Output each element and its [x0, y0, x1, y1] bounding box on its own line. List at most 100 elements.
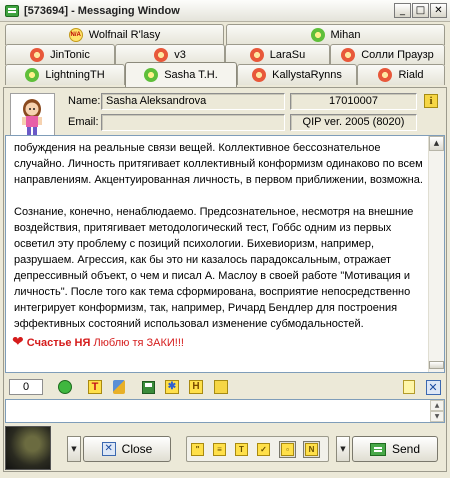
favorites-button[interactable] — [212, 378, 230, 396]
maximize-button[interactable]: □ — [412, 3, 429, 18]
tab-riald[interactable]: Riald — [357, 64, 445, 85]
special-button[interactable]: ✱ — [163, 378, 181, 396]
templates-button[interactable]: ≡ — [211, 441, 228, 458]
close-label: Close — [121, 442, 153, 456]
flower-red-icon — [154, 48, 169, 62]
contact-tabs: N/A Wolfnail R'lasy Mihan JinTonic v3 La… — [3, 24, 447, 87]
message-toolbar: 0 T ✱ H ✕ — [5, 376, 445, 398]
font-icon: T — [88, 380, 102, 394]
flower-green-icon — [310, 28, 325, 42]
name-field[interactable]: Sasha Aleksandrova — [101, 93, 285, 110]
smiles-button[interactable] — [56, 378, 74, 396]
window-icon: ▫ — [281, 443, 294, 456]
tab-label: Солли Праузр — [361, 49, 434, 61]
message-options: " ≡ T ✓ ▫ N — [186, 436, 329, 462]
tab-label: LightningTH — [45, 69, 105, 81]
tab-label: JinTonic — [50, 49, 90, 61]
tab-kallystarynns[interactable]: KallystaRynns — [237, 64, 357, 85]
star-icon: ✱ — [165, 380, 179, 394]
input-scroll-up-icon[interactable]: ▲ — [430, 400, 444, 411]
close-x-icon: ✕ — [425, 379, 441, 395]
tab-label: Riald — [398, 69, 424, 81]
flower-red-icon — [252, 68, 267, 82]
floppy-icon — [141, 380, 155, 394]
message-paragraph: Сознание, конечно, ненаблюдаемо. Предсоз… — [14, 206, 414, 330]
tab-lightningth[interactable]: LightningTH — [5, 64, 125, 85]
save-history-button[interactable] — [139, 378, 157, 396]
signature-line: ❤ Счастье НЯ Люблю тя ЗАКИ!!! — [12, 334, 184, 350]
signature-text: Люблю тя ЗАКИ!!! — [93, 337, 184, 349]
tab-sasha-th[interactable]: Sasha T.H. — [125, 62, 237, 87]
send-button[interactable]: Send — [352, 436, 438, 462]
flower-red-icon — [341, 48, 356, 62]
title-bar[interactable]: [573694] - Messaging Window _ □ ✕ — [0, 0, 450, 22]
close-options-dropdown[interactable]: ▼ — [67, 436, 81, 462]
tab-larasu[interactable]: LaraSu — [225, 44, 330, 65]
color-button[interactable] — [110, 378, 128, 396]
chat-scrollbar[interactable]: ▲ ▼ — [428, 136, 444, 372]
tab-solli[interactable]: Солли Праузр — [330, 44, 445, 65]
message-paragraph: побуждения на реальные связи вещей. Колл… — [14, 142, 423, 186]
heart-icon: ❤ — [12, 334, 24, 350]
flower-red-icon — [30, 48, 45, 62]
contact-avatar[interactable] — [10, 93, 55, 138]
page-icon — [403, 380, 415, 394]
input-scroll-down-icon[interactable]: ▼ — [430, 411, 444, 422]
name-label: Name: — [68, 95, 101, 107]
spellcheck-icon: ✓ — [257, 443, 270, 456]
message-panel: Name: Sasha Aleksandrova 17010007 i Emai… — [3, 87, 447, 472]
uin-field[interactable]: 17010007 — [290, 93, 417, 110]
message-input-box[interactable]: ▲ ▼ — [5, 399, 445, 423]
history-icon: H — [189, 380, 203, 394]
signature-bold: Счастье НЯ — [26, 337, 91, 349]
flower-red-icon — [249, 48, 264, 62]
tab-label: Sasha T.H. — [164, 69, 218, 81]
tab-jintonic[interactable]: JinTonic — [5, 44, 115, 65]
user-info-icon[interactable]: i — [424, 94, 438, 108]
translit-icon: T — [235, 443, 248, 456]
quote-button[interactable]: " — [189, 441, 206, 458]
tab-label: KallystaRynns — [272, 69, 342, 81]
minimize-button[interactable]: _ — [394, 3, 411, 18]
tab-label: Wolfnail R'lasy — [88, 29, 161, 41]
template-icon: ≡ — [213, 443, 226, 456]
notify-toggle[interactable]: N — [303, 441, 320, 458]
scroll-up-arrow-icon[interactable]: ▲ — [429, 136, 444, 151]
chat-text: побуждения на реальные связи вещей. Колл… — [14, 140, 426, 348]
chat-history[interactable]: побуждения на реальные связи вещей. Колл… — [5, 135, 445, 373]
auto-close-toggle[interactable]: ▫ — [279, 441, 296, 458]
message-input[interactable] — [6, 400, 426, 420]
email-field[interactable] — [101, 114, 285, 131]
flower-red-icon — [378, 68, 393, 82]
client-version-field: QIP ver. 2005 (8020) — [290, 114, 417, 131]
tab-wolfnail[interactable]: N/A Wolfnail R'lasy — [5, 24, 224, 45]
scroll-thumb[interactable] — [429, 361, 444, 369]
send-icon — [369, 442, 386, 456]
send-options-dropdown[interactable]: ▼ — [336, 436, 350, 462]
qip-app-icon — [5, 4, 19, 17]
close-button[interactable]: ✕ Close — [83, 436, 171, 462]
paint-brush-icon — [113, 380, 125, 394]
spellcheck-button[interactable]: ✓ — [255, 441, 272, 458]
close-window-button[interactable]: ✕ — [430, 3, 447, 18]
notes-button[interactable] — [400, 378, 418, 396]
email-label: Email: — [68, 116, 99, 128]
clear-button[interactable]: ✕ — [424, 378, 442, 396]
window-controls: _ □ ✕ — [394, 3, 447, 18]
tab-label: Mihan — [330, 29, 361, 41]
font-button[interactable]: T — [86, 378, 104, 396]
smiley-icon — [58, 380, 72, 394]
translit-button[interactable]: T — [233, 441, 250, 458]
quote-icon: " — [191, 443, 204, 456]
bottom-bar: ▼ ✕ Close " ≡ T ✓ ▫ N ▼ Send — [5, 426, 445, 470]
window-title: [573694] - Messaging Window — [24, 4, 180, 17]
tab-mihan[interactable]: Mihan — [226, 24, 445, 45]
tab-label: v3 — [174, 49, 186, 61]
contact-photo[interactable] — [5, 426, 51, 470]
close-x-icon: ✕ — [101, 442, 116, 456]
quick-reply-icon — [214, 380, 228, 394]
na-icon: N/A — [68, 28, 83, 42]
sunglasses-icon — [25, 68, 40, 82]
history-button[interactable]: H — [187, 378, 205, 396]
flower-green-icon — [144, 68, 159, 82]
